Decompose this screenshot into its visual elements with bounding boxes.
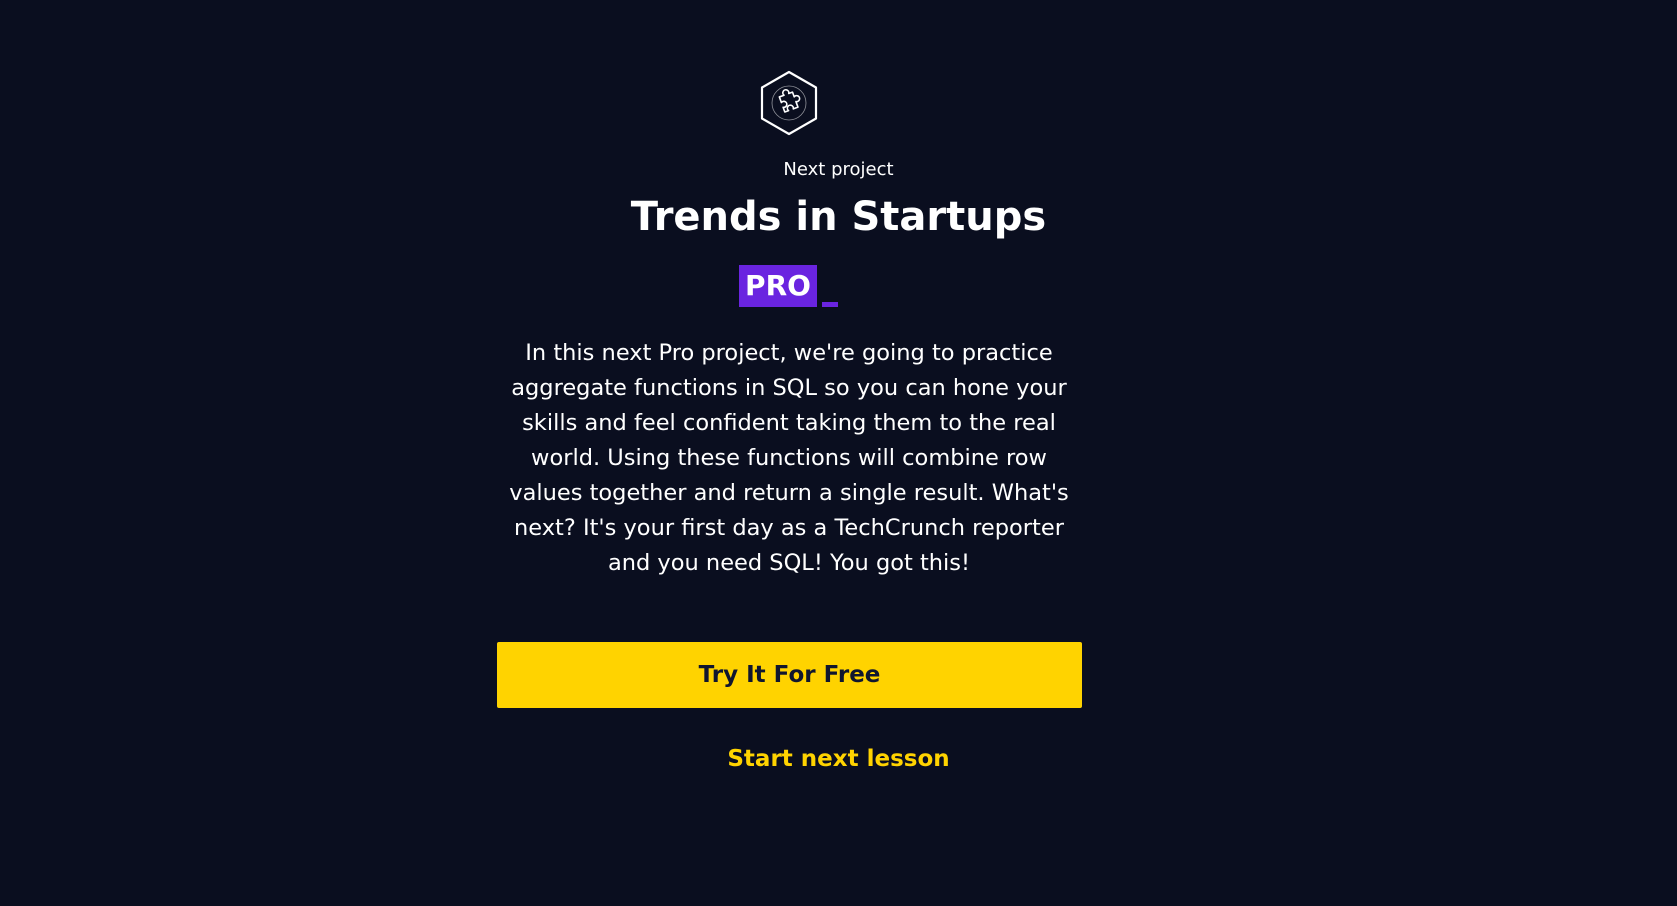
project-description: In this next Pro project, we're going to… <box>509 340 1069 576</box>
try-it-for-free-button[interactable]: Try It For Free <box>497 642 1082 708</box>
eyebrow-label: Next project <box>783 159 894 180</box>
start-next-lesson-link[interactable]: Start next lesson <box>0 743 1677 775</box>
pro-badge: PRO <box>739 265 817 307</box>
pro-badge-cursor <box>822 302 838 307</box>
page-title: Trends in Startups <box>630 194 1047 240</box>
puzzle-hexagon-icon <box>759 70 819 136</box>
next-project-page: Next project Trends in Startups PRO In t… <box>0 0 1677 906</box>
